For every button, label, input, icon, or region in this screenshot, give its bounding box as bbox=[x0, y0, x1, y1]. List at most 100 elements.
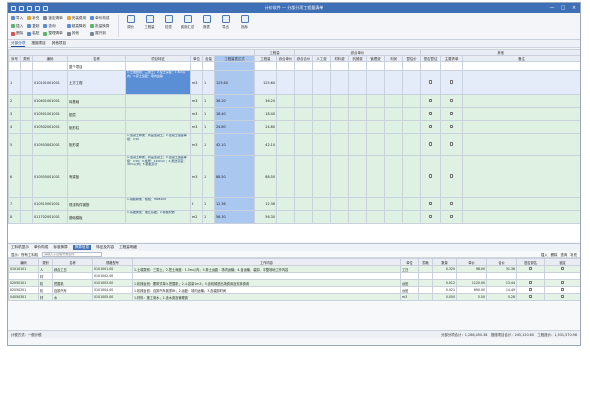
row-empty-cell[interactable] bbox=[462, 94, 580, 108]
resource-spec[interactable]: 0101001.00 bbox=[92, 265, 133, 273]
row-amount[interactable]: 42.10 bbox=[254, 133, 277, 156]
row-expr[interactable] bbox=[214, 61, 255, 71]
row-type[interactable] bbox=[20, 210, 33, 224]
maximize-button[interactable]: □ bbox=[559, 4, 567, 11]
resource-loss[interactable] bbox=[418, 265, 433, 273]
resource-col-header[interactable]: 数量 bbox=[432, 258, 457, 266]
row-empty-cell[interactable] bbox=[402, 210, 422, 224]
table-row[interactable]: 5 010503002001 矩形梁 1.混凝土种类：商品混凝土；2.混凝土强度等级：… bbox=[8, 133, 580, 156]
row-empty-cell[interactable] bbox=[384, 133, 404, 156]
row-qty[interactable]: 1 bbox=[202, 120, 215, 134]
row-checkbox-cell[interactable] bbox=[440, 133, 464, 156]
row-name[interactable]: 基础模板 bbox=[67, 210, 126, 224]
row-empty-cell[interactable] bbox=[402, 133, 422, 156]
row-qty[interactable]: 1 bbox=[202, 70, 215, 95]
row-expr[interactable]: 42.10 bbox=[214, 133, 255, 156]
row-expr[interactable]: 56.30 bbox=[214, 210, 255, 224]
row-code[interactable]: 010515001001 bbox=[32, 197, 68, 211]
row-empty-cell[interactable] bbox=[402, 61, 422, 71]
resource-content[interactable]: 1.机械台班：履带式单斗挖掘机；2.斗容量1m3；3.含机械进出场费用及安拆费用 bbox=[132, 279, 401, 287]
row-number[interactable]: 6 bbox=[8, 155, 21, 198]
row-empty-cell[interactable] bbox=[312, 120, 332, 134]
row-number[interactable]: 2 bbox=[8, 94, 21, 108]
resource-code[interactable]: 02050201 bbox=[8, 286, 39, 294]
table-row[interactable]: 8 011702001001 基础模板 1.基础类型：独立基础；2.模板材质 m2 1 56… bbox=[8, 210, 580, 224]
row-qty[interactable]: 1 bbox=[202, 155, 215, 198]
row-empty-cell[interactable] bbox=[330, 61, 350, 71]
checkbox[interactable] bbox=[428, 80, 433, 84]
other-tool[interactable]: 其他 bbox=[66, 30, 86, 37]
checkbox[interactable] bbox=[428, 174, 433, 178]
row-empty-cell[interactable] bbox=[348, 133, 368, 156]
row-checkbox-cell[interactable] bbox=[440, 61, 464, 71]
row-desc[interactable]: 1.混凝土种类：商品混凝土；2.混凝土强度等级：C30 bbox=[125, 133, 191, 156]
row-empty-cell[interactable] bbox=[275, 120, 296, 134]
row-checkbox-cell[interactable] bbox=[420, 70, 442, 95]
row-name[interactable]: 有梁板 bbox=[67, 155, 126, 198]
row-checkbox-cell[interactable] bbox=[440, 107, 464, 121]
row-desc[interactable] bbox=[125, 107, 191, 121]
resource-total[interactable]: 0.28 bbox=[486, 293, 517, 301]
resource-checkbox-cell[interactable] bbox=[544, 279, 580, 287]
row-empty-cell[interactable] bbox=[366, 61, 386, 71]
resource-row[interactable]: 01010101 人综合工日 0101001.00 1.土壤类别：三类土；2.挖土深度… bbox=[8, 265, 580, 273]
resource-type[interactable]: 人 bbox=[38, 265, 53, 273]
resource-checkbox-cell[interactable] bbox=[544, 272, 580, 280]
expand-to-tool[interactable]: 展开到 bbox=[90, 30, 109, 37]
checkbox[interactable] bbox=[528, 280, 533, 285]
resource-unit[interactable]: m3 bbox=[400, 293, 419, 301]
row-empty-cell[interactable] bbox=[462, 155, 580, 198]
checkbox[interactable] bbox=[428, 98, 433, 103]
row-unit[interactable]: m2 bbox=[190, 210, 203, 224]
row-checkbox-cell[interactable] bbox=[420, 107, 442, 121]
row-empty-cell[interactable] bbox=[294, 61, 314, 71]
row-expr[interactable]: 12.36 bbox=[214, 197, 255, 211]
row-unit[interactable] bbox=[190, 61, 203, 71]
resource-name[interactable]: 综合工日 bbox=[52, 265, 93, 273]
row-amount[interactable]: 18.40 bbox=[254, 107, 277, 121]
resource-col-header[interactable]: 编码 bbox=[8, 258, 39, 266]
checkbox[interactable] bbox=[428, 142, 433, 146]
height-reduction-tool[interactable]: 超高降效 bbox=[66, 23, 86, 30]
row-number[interactable]: 7 bbox=[8, 197, 21, 211]
row-empty-cell[interactable] bbox=[275, 133, 296, 156]
resource-qty[interactable]: 0.021 bbox=[432, 286, 457, 294]
row-empty-cell[interactable] bbox=[294, 70, 314, 95]
row-empty-cell[interactable] bbox=[462, 70, 580, 95]
resource-price[interactable]: 690.00 bbox=[456, 286, 487, 294]
row-name[interactable]: 矩形柱 bbox=[67, 120, 126, 134]
checkbox[interactable] bbox=[449, 214, 454, 219]
row-name[interactable]: 砖基础 bbox=[67, 94, 126, 108]
tab-measures[interactable]: 措施项目 bbox=[31, 41, 45, 46]
checkbox[interactable] bbox=[428, 111, 433, 116]
row-empty-cell[interactable] bbox=[312, 210, 332, 224]
row-type[interactable] bbox=[20, 155, 33, 198]
row-empty-cell[interactable] bbox=[348, 120, 368, 134]
table-row[interactable]: 7 010515001001 现浇构件钢筋 1.钢筋种类、规格：HRB400 t 1 12.… bbox=[8, 197, 580, 211]
adjust-price-button[interactable]: 调价 bbox=[123, 15, 139, 37]
row-desc[interactable] bbox=[125, 120, 191, 134]
row-empty-cell[interactable] bbox=[384, 210, 404, 224]
row-empty-cell[interactable] bbox=[402, 107, 422, 121]
row-empty-cell[interactable] bbox=[462, 120, 580, 134]
resource-col-header[interactable]: 规格型号 bbox=[92, 258, 133, 266]
resource-code[interactable]: 04050301 bbox=[8, 293, 39, 301]
row-empty-cell[interactable] bbox=[348, 155, 368, 198]
resource-checkbox-cell[interactable] bbox=[544, 265, 580, 273]
row-name[interactable]: 垫层 bbox=[67, 107, 126, 121]
resource-spec[interactable]: 0101004.00 bbox=[92, 286, 133, 294]
resource-name[interactable]: 挖掘机 bbox=[52, 279, 93, 287]
resource-row[interactable]: 02050101 机挖掘机 0101003.00 1.机械台班：履带式单斗挖掘机；2.… bbox=[8, 279, 580, 287]
resource-loss[interactable] bbox=[418, 272, 433, 280]
row-name[interactable]: 矩形梁 bbox=[67, 133, 126, 156]
checkbox[interactable] bbox=[528, 287, 533, 292]
row-empty-cell[interactable] bbox=[275, 210, 296, 224]
row-amount[interactable] bbox=[254, 61, 277, 71]
resource-qty[interactable]: 0.320 bbox=[432, 265, 457, 273]
row-empty-cell[interactable] bbox=[330, 155, 350, 198]
row-desc[interactable]: 1.基础类型：独立基础；2.模板材质 bbox=[125, 210, 191, 224]
row-empty-cell[interactable] bbox=[294, 197, 314, 211]
filter-label[interactable]: 显示：所有工料机 bbox=[11, 252, 38, 257]
row-empty-cell[interactable] bbox=[312, 155, 332, 198]
table-row[interactable]: 6 010505001001 有梁板 1.混凝土种类：商品混凝土；2.混凝土强度等级：… bbox=[8, 155, 580, 198]
